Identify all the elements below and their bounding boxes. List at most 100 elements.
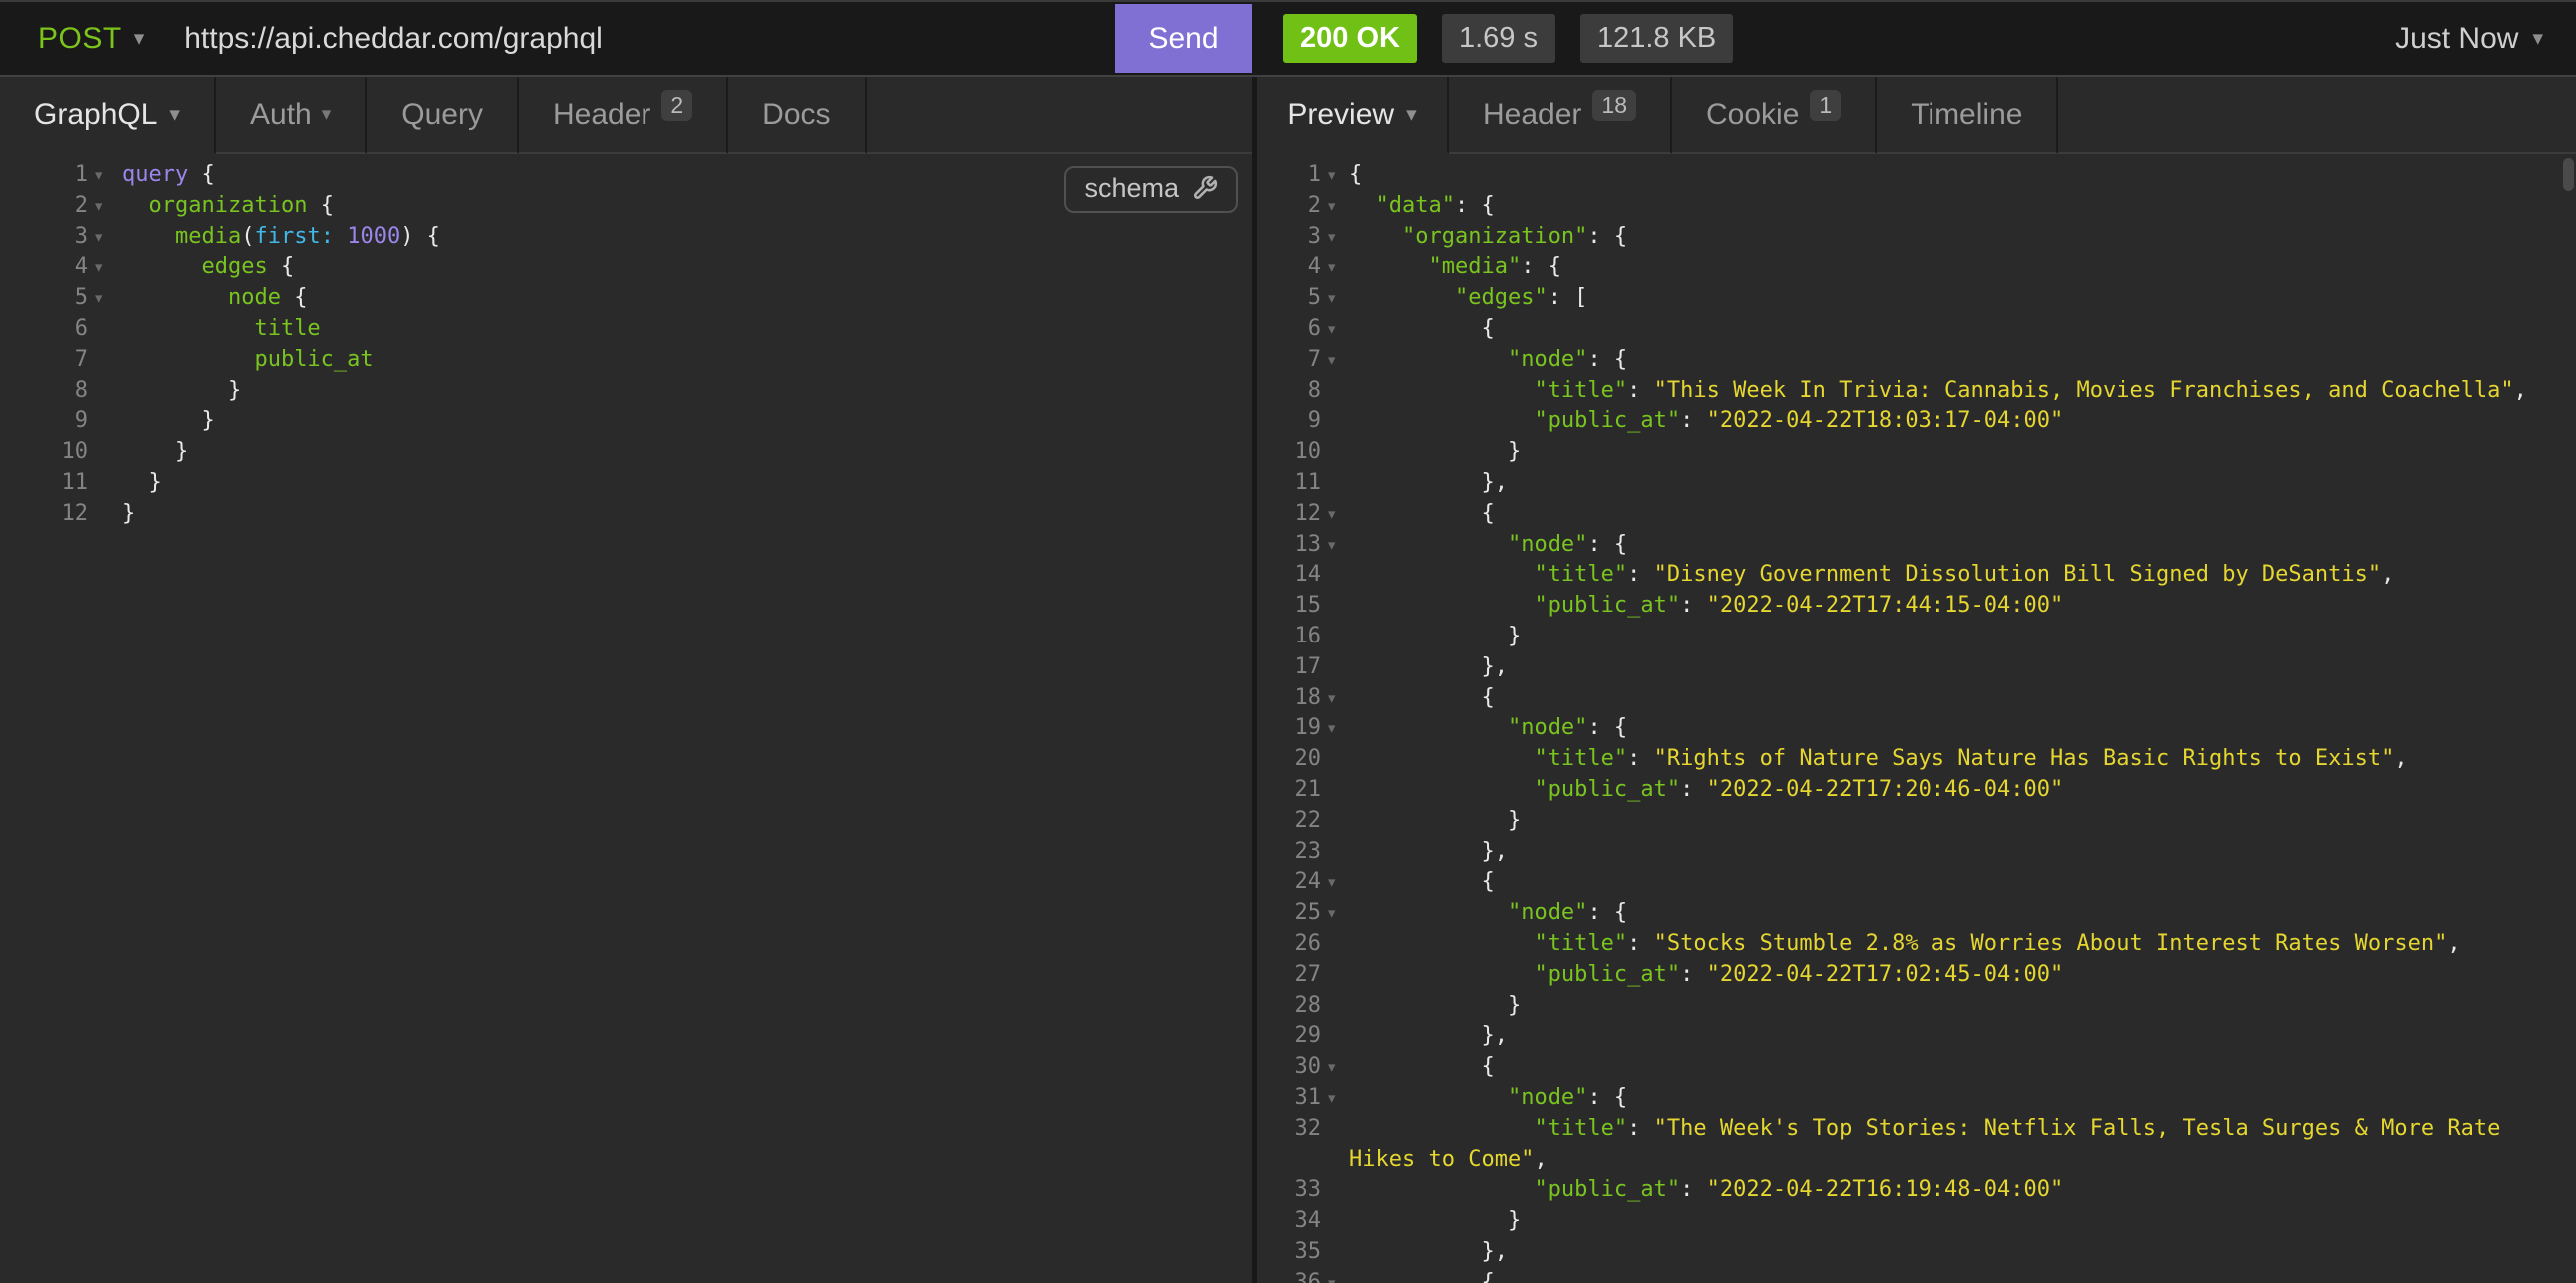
fold-arrow-icon[interactable]: ▾ <box>1321 222 1349 253</box>
fold-arrow-icon[interactable]: ▾ <box>1321 160 1349 191</box>
code-line: 18▾ { <box>1257 683 2576 714</box>
tab-cookie[interactable]: Cookie 1 <box>1672 77 1877 154</box>
line-number: 28 <box>1257 991 1321 1022</box>
gutter: 5▾ <box>1257 283 1349 314</box>
gutter: 23 <box>1257 837 1349 868</box>
fold-spacer <box>1321 806 1349 837</box>
tab-timeline[interactable]: Timeline <box>1877 77 2058 154</box>
line-number: 4 <box>1257 252 1321 283</box>
code-content: title <box>122 314 1252 345</box>
line-number: 1 <box>0 160 88 191</box>
code-line: 14 "title": "Disney Government Dissoluti… <box>1257 560 2576 591</box>
tab-bar-filler <box>2058 77 2576 154</box>
code-line: 1▾{ <box>1257 160 2576 191</box>
line-number: 6 <box>1257 314 1321 345</box>
gutter: 2▾ <box>1257 191 1349 222</box>
tab-docs-label: Docs <box>762 98 830 132</box>
code-content: } <box>1349 622 2576 652</box>
response-history-dropdown[interactable]: Just Now ▾ <box>2395 22 2576 56</box>
fold-arrow-icon[interactable]: ▾ <box>1321 683 1349 714</box>
fold-arrow-icon[interactable]: ▾ <box>1321 314 1349 345</box>
gutter: 6▾ <box>1257 314 1349 345</box>
gutter: 20 <box>1257 744 1349 775</box>
tab-docs[interactable]: Docs <box>728 77 866 154</box>
gutter: 14 <box>1257 560 1349 591</box>
fold-spacer <box>1321 960 1349 991</box>
gutter: 36▾ <box>1257 1268 1349 1283</box>
line-number: 3 <box>0 222 88 253</box>
fold-arrow-icon[interactable]: ▾ <box>1321 345 1349 376</box>
schema-button[interactable]: schema <box>1064 166 1238 213</box>
status-badge: 200 OK <box>1283 14 1417 63</box>
url-input[interactable]: https://api.cheddar.com/graphql <box>184 22 603 56</box>
fold-arrow-icon[interactable]: ▾ <box>1321 1083 1349 1114</box>
gutter: 6 <box>0 314 122 345</box>
send-button[interactable]: Send <box>1115 4 1252 73</box>
code-line: 11 } <box>0 468 1252 499</box>
fold-arrow-icon[interactable]: ▾ <box>1321 252 1349 283</box>
fold-arrow-icon[interactable]: ▾ <box>88 283 122 314</box>
fold-arrow-icon[interactable]: ▾ <box>88 252 122 283</box>
gutter: 2▾ <box>0 191 122 222</box>
code-content: } <box>122 468 1252 499</box>
response-editor[interactable]: 1▾{2▾ "data": {3▾ "organization": {4▾ "m… <box>1257 154 2576 1283</box>
fold-arrow-icon[interactable]: ▾ <box>1321 1268 1349 1283</box>
fold-spacer <box>1321 1021 1349 1052</box>
line-number: 34 <box>1257 1206 1321 1237</box>
fold-arrow-icon[interactable]: ▾ <box>1321 499 1349 530</box>
fold-arrow-icon[interactable]: ▾ <box>1321 530 1349 561</box>
code-content: { <box>1349 160 2576 191</box>
method-chevron-down-icon[interactable]: ▾ <box>134 28 145 49</box>
code-line: 31▾ "node": { <box>1257 1083 2576 1114</box>
fold-arrow-icon[interactable]: ▾ <box>88 222 122 253</box>
fold-arrow-icon[interactable]: ▾ <box>88 191 122 222</box>
tab-response-header[interactable]: Header 18 <box>1449 77 1672 154</box>
body-type-chevron-down-icon: ▾ <box>169 104 180 125</box>
preview-chevron-down-icon: ▾ <box>1406 104 1417 125</box>
preview-mode-dropdown[interactable]: Preview ▾ <box>1257 77 1449 154</box>
code-content: "organization": { <box>1349 222 2576 253</box>
code-line: 7▾ "node": { <box>1257 345 2576 376</box>
tab-query[interactable]: Query <box>367 77 519 154</box>
line-number: 4 <box>0 252 88 283</box>
line-number: 36 <box>1257 1268 1321 1283</box>
code-content: } <box>1349 991 2576 1022</box>
fold-arrow-icon[interactable]: ▾ <box>1321 191 1349 222</box>
request-editor[interactable]: schema 1▾query {2▾ organization {3▾ medi… <box>0 154 1252 1283</box>
fold-arrow-icon[interactable]: ▾ <box>88 160 122 191</box>
auth-chevron-down-icon: ▾ <box>322 105 332 124</box>
gutter: 19▾ <box>1257 713 1349 744</box>
fold-arrow-icon[interactable]: ▾ <box>1321 898 1349 929</box>
scrollbar-thumb[interactable] <box>2563 158 2574 191</box>
body-type-dropdown[interactable]: GraphQL ▾ <box>0 77 216 154</box>
code-line: 30▾ { <box>1257 1052 2576 1083</box>
fold-arrow-icon[interactable]: ▾ <box>1321 867 1349 898</box>
fold-spacer <box>1321 1206 1349 1237</box>
line-number: 19 <box>1257 713 1321 744</box>
fold-arrow-icon[interactable]: ▾ <box>1321 713 1349 744</box>
method-dropdown[interactable]: POST <box>38 22 122 56</box>
code-content: "public_at": "2022-04-22T17:20:46-04:00" <box>1349 775 2576 806</box>
code-content: }, <box>1349 468 2576 499</box>
line-number: 15 <box>1257 591 1321 622</box>
gutter: 4▾ <box>1257 252 1349 283</box>
gutter: 32 <box>1257 1114 1349 1176</box>
line-number: 8 <box>1257 376 1321 407</box>
code-content: }, <box>1349 652 2576 683</box>
tab-header[interactable]: Header 2 <box>519 77 728 154</box>
fold-arrow-icon[interactable]: ▾ <box>1321 283 1349 314</box>
code-line: 22 } <box>1257 806 2576 837</box>
gutter: 9 <box>1257 406 1349 437</box>
line-number: 21 <box>1257 775 1321 806</box>
code-line: 10 } <box>0 437 1252 468</box>
code-line: 32 "title": "The Week's Top Stories: Net… <box>1257 1114 2576 1176</box>
fold-spacer <box>1321 560 1349 591</box>
tab-auth[interactable]: Auth ▾ <box>216 77 367 154</box>
code-content: "node": { <box>1349 713 2576 744</box>
gutter: 33 <box>1257 1175 1349 1206</box>
code-content: "node": { <box>1349 898 2576 929</box>
fold-arrow-icon[interactable]: ▾ <box>1321 1052 1349 1083</box>
code-line: 5▾ "edges": [ <box>1257 283 2576 314</box>
gutter: 15 <box>1257 591 1349 622</box>
tab-header-label: Header <box>553 98 650 132</box>
